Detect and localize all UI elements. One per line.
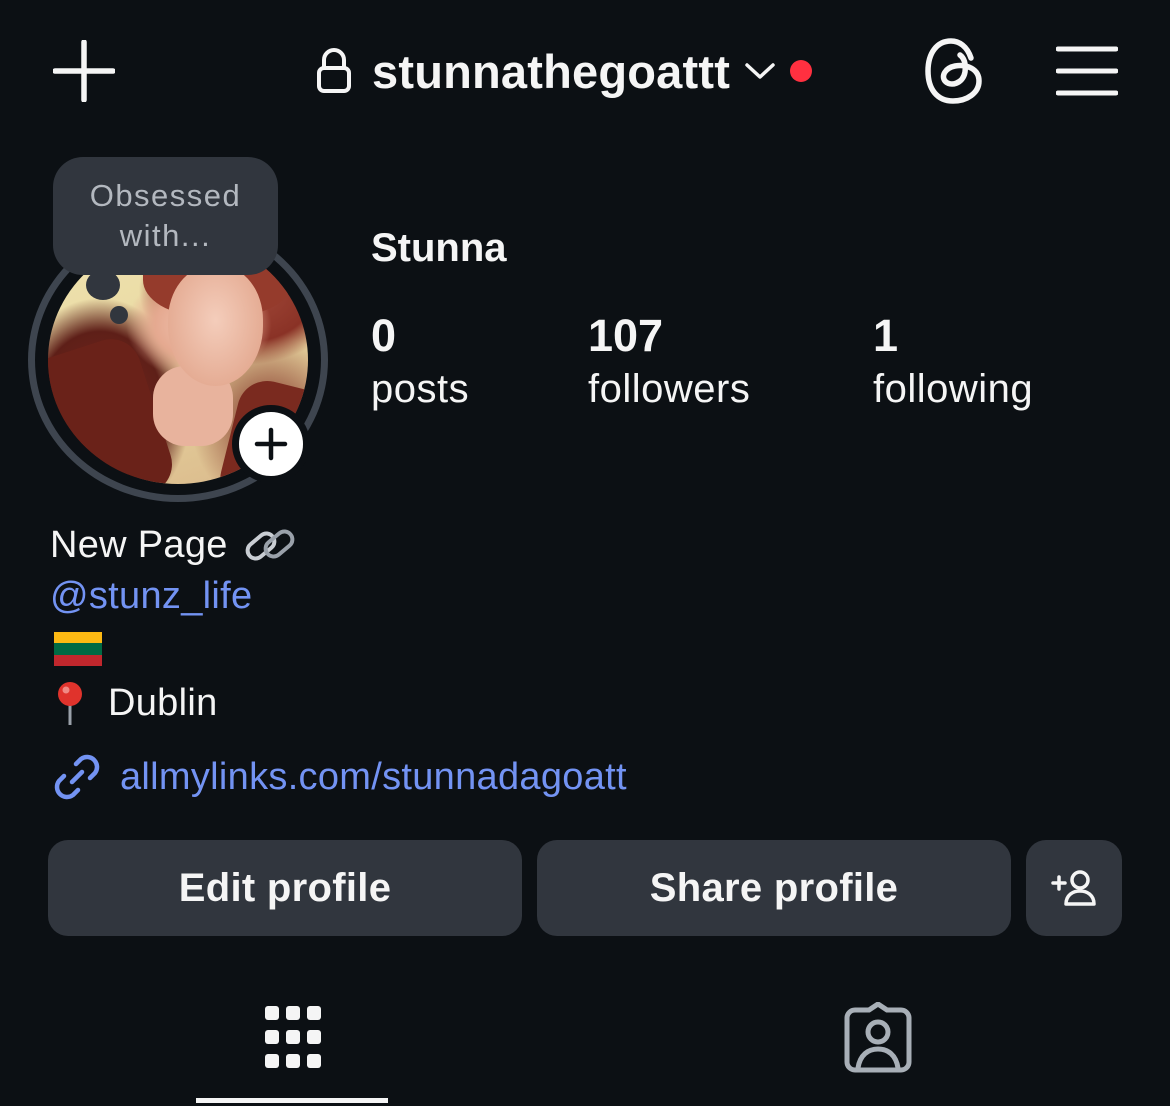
following-label: following bbox=[873, 367, 1034, 411]
bio-title: New Page bbox=[50, 523, 228, 566]
chevron-down-icon bbox=[744, 54, 778, 88]
posts-count: 0 bbox=[371, 310, 397, 361]
discover-people-button[interactable] bbox=[1026, 840, 1122, 936]
followers-stat[interactable]: 107 followers bbox=[588, 312, 750, 418]
posts-stat[interactable]: 0 posts bbox=[371, 312, 469, 418]
display-name: Stunna bbox=[371, 226, 507, 270]
link-emoji-icon bbox=[245, 529, 295, 561]
account-switcher[interactable]: stunnathegoattt bbox=[316, 38, 813, 104]
bio-location: Dublin bbox=[108, 681, 218, 724]
pushpin-icon bbox=[58, 682, 82, 725]
note-bubble-tail-dot bbox=[110, 306, 128, 324]
bio-title-line: New Page bbox=[50, 520, 298, 570]
username: stunnathegoattt bbox=[372, 44, 731, 98]
posts-label: posts bbox=[371, 367, 470, 411]
followers-count: 107 bbox=[588, 310, 664, 361]
threads-button[interactable] bbox=[918, 34, 992, 108]
active-tab-indicator bbox=[196, 1098, 388, 1103]
plus-icon bbox=[254, 427, 288, 461]
profile-page: stunnathegoattt Obsessed with... Stunna … bbox=[0, 0, 1170, 1106]
bio-location-line: Dublin bbox=[50, 680, 218, 726]
bio-external-link[interactable]: allmylinks.com/stunnadagoatt bbox=[50, 750, 627, 804]
grid-icon bbox=[265, 1006, 321, 1068]
threads-icon bbox=[925, 38, 982, 104]
share-profile-button[interactable]: Share profile bbox=[537, 840, 1011, 936]
bio-mention[interactable]: @stunz_life bbox=[50, 575, 252, 618]
menu-button[interactable] bbox=[1048, 36, 1126, 106]
tab-posts-grid[interactable] bbox=[98, 990, 488, 1106]
bio-link-text: allmylinks.com/stunnadagoatt bbox=[120, 755, 627, 798]
add-person-icon bbox=[1051, 870, 1096, 906]
edit-profile-button[interactable]: Edit profile bbox=[48, 840, 522, 936]
following-count: 1 bbox=[873, 310, 899, 361]
followers-label: followers bbox=[588, 367, 751, 411]
lock-icon bbox=[316, 45, 356, 97]
tab-tagged[interactable] bbox=[683, 990, 1073, 1106]
following-stat[interactable]: 1 following bbox=[873, 312, 1033, 418]
note-text-line1: Obsessed bbox=[89, 178, 242, 213]
note-bubble[interactable]: Obsessed with... bbox=[53, 157, 278, 275]
hamburger-menu-icon bbox=[1056, 46, 1118, 96]
plus-icon bbox=[53, 40, 115, 102]
notification-dot bbox=[790, 60, 813, 82]
lithuania-flag bbox=[50, 632, 102, 666]
note-text-line2: with... bbox=[119, 218, 212, 253]
add-story-button[interactable] bbox=[232, 405, 310, 483]
tagged-person-icon bbox=[844, 1002, 912, 1073]
link-icon bbox=[54, 754, 100, 800]
new-post-button[interactable] bbox=[48, 35, 120, 107]
